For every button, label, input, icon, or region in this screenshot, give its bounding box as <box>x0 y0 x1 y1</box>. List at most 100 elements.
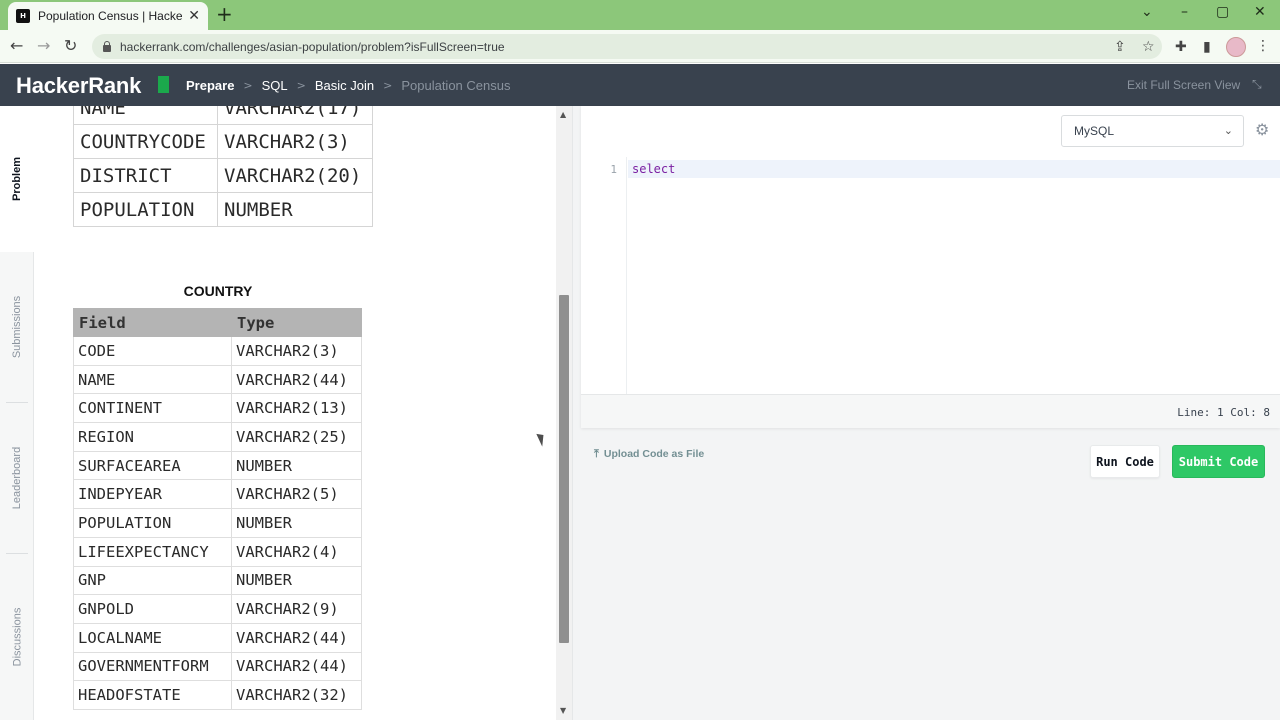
side-panel-icon[interactable]: ▮ <box>1203 39 1211 55</box>
type-cell: VARCHAR2(3) <box>231 336 362 366</box>
run-code-button[interactable]: Run Code <box>1090 445 1160 478</box>
table-row: REGION VARCHAR2(25) <box>73 422 362 452</box>
close-tab-icon[interactable]: ✕ <box>188 8 200 24</box>
minimize-icon[interactable]: – <box>1181 4 1188 20</box>
scroll-down-icon[interactable]: ▼ <box>560 706 566 715</box>
table-row: LIFEEXPECTANCY VARCHAR2(4) <box>73 536 362 567</box>
browser-toolbar: ← → ↻ hackerrank.com/challenges/asian-po… <box>0 30 1280 63</box>
tab-problem-label: Problem <box>11 156 24 202</box>
breadcrumb-current: Population Census <box>401 78 511 93</box>
code-editor[interactable] <box>581 106 1280 428</box>
vertical-tab-bar: Problem Submissions Leaderboard Discussi… <box>0 106 34 720</box>
table-row: INDEPYEAR VARCHAR2(5) <box>73 479 362 510</box>
type-cell: VARCHAR2(9) <box>231 594 362 624</box>
forward-icon[interactable]: → <box>37 36 50 55</box>
hackerrank-logo[interactable]: HackerRank <box>16 73 141 99</box>
scroll-up-icon[interactable]: ▲ <box>560 110 566 119</box>
breadcrumb-prepare[interactable]: Prepare <box>186 78 234 93</box>
table-row: GOVERNMENTFORM VARCHAR2(44) <box>73 651 362 682</box>
field-cell: GNP <box>73 565 232 596</box>
problem-statement: NAME VARCHAR2(17) COUNTRYCODE VARCHAR2(3… <box>34 106 556 720</box>
table-row: GNPOLD VARCHAR2(9) <box>73 594 362 624</box>
browser-menu-icon[interactable]: ⋮ <box>1256 38 1270 54</box>
browser-tab-bar: H Population Census | HackerRank ✕ + ⌄ –… <box>0 0 1280 30</box>
field-cell: SURFACEAREA <box>73 450 232 481</box>
chevron-right-icon: > <box>383 79 393 92</box>
country-table: Field Type CODE VARCHAR2(3) NAME VARCHAR2(4… <box>73 308 362 710</box>
exit-full-screen-link[interactable]: Exit Full Screen View <box>1127 78 1240 92</box>
tab-submissions[interactable]: Submissions <box>0 252 34 402</box>
reload-icon[interactable]: ↻ <box>64 36 77 55</box>
breadcrumb-sql[interactable]: SQL <box>262 78 288 93</box>
type-cell: VARCHAR2(44) <box>231 622 362 653</box>
breadcrumb-basic-join[interactable]: Basic Join <box>315 78 374 93</box>
field-cell: LIFEEXPECTANCY <box>73 536 232 567</box>
back-icon[interactable]: ← <box>10 36 23 55</box>
table-header-row: Field Type <box>73 308 362 337</box>
type-cell: NUMBER <box>231 508 362 538</box>
upload-code-link[interactable]: ⤒ Upload Code as File <box>594 447 704 461</box>
header-type: Type <box>231 308 362 337</box>
code-line[interactable]: select <box>632 162 675 176</box>
field-cell: GOVERNMENTFORM <box>73 651 232 682</box>
type-cell: NUMBER <box>231 565 362 596</box>
tab-discussions[interactable]: Discussions <box>0 554 34 720</box>
field-cell: NAME <box>73 364 232 395</box>
field-cell: DISTRICT <box>73 158 218 193</box>
collapse-icon[interactable]: ⤡ <box>1252 77 1262 92</box>
field-cell: INDEPYEAR <box>73 479 232 510</box>
type-cell: VARCHAR2(32) <box>231 680 362 710</box>
tab-problem[interactable]: Problem <box>0 106 34 252</box>
scrollbar-thumb[interactable] <box>559 295 569 643</box>
pane-splitter[interactable] <box>572 106 580 720</box>
editor-settings-gear-icon[interactable]: ⚙ <box>1255 120 1269 139</box>
table-row: SURFACEAREA NUMBER <box>73 450 362 481</box>
field-cell: CONTINENT <box>73 393 232 424</box>
close-window-icon[interactable]: ✕ <box>1254 4 1266 20</box>
type-cell: VARCHAR2(20) <box>217 158 373 193</box>
type-cell: NUMBER <box>231 450 362 481</box>
profile-avatar[interactable] <box>1226 37 1246 57</box>
field-cell: HEADOFSTATE <box>73 680 232 710</box>
table-row: NAME VARCHAR2(17) <box>73 106 373 125</box>
logo-square-icon <box>158 76 169 93</box>
bookmark-star-icon[interactable]: ☆ <box>1142 39 1155 55</box>
new-tab-icon[interactable]: + <box>216 4 233 24</box>
field-cell: NAME <box>73 106 218 125</box>
tab-leaderboard[interactable]: Leaderboard <box>0 403 34 553</box>
type-cell: NUMBER <box>217 192 373 227</box>
maximize-icon[interactable]: ▢ <box>1216 4 1229 20</box>
table-row: CODE VARCHAR2(3) <box>73 336 362 366</box>
type-cell: VARCHAR2(44) <box>231 651 362 682</box>
chevron-right-icon: > <box>296 79 306 92</box>
tab-submissions-label: Submissions <box>11 295 24 359</box>
url-bar[interactable]: hackerrank.com/challenges/asian-populati… <box>92 34 1162 59</box>
table-row: HEADOFSTATE VARCHAR2(32) <box>73 680 362 710</box>
language-value: MySQL <box>1074 124 1115 138</box>
chevron-right-icon: > <box>243 79 253 92</box>
extensions-icon[interactable]: ✚ <box>1175 39 1187 55</box>
line-number-gutter <box>581 157 627 394</box>
type-cell: VARCHAR2(17) <box>217 106 373 125</box>
share-icon[interactable]: ⇪ <box>1114 39 1126 55</box>
field-cell: REGION <box>73 422 232 452</box>
upload-label: Upload Code as File <box>603 448 705 460</box>
language-select[interactable]: MySQL ⌄ <box>1061 115 1244 147</box>
table-row: NAME VARCHAR2(44) <box>73 364 362 395</box>
field-cell: LOCALNAME <box>73 622 232 653</box>
tab-leaderboard-label: Leaderboard <box>11 446 24 510</box>
field-cell: POPULATION <box>73 192 218 227</box>
url-text: hackerrank.com/challenges/asian-populati… <box>120 39 505 54</box>
hackerrank-header: HackerRank Prepare > SQL > Basic Join > … <box>0 64 1280 106</box>
chevron-down-icon: ⌄ <box>1223 124 1233 137</box>
tab-search-icon[interactable]: ⌄ <box>1141 4 1153 20</box>
upload-icon: ⤒ <box>594 447 599 460</box>
city-table: NAME VARCHAR2(17) COUNTRYCODE VARCHAR2(3… <box>73 106 373 227</box>
type-cell: VARCHAR2(5) <box>231 479 362 510</box>
field-cell: CODE <box>73 336 232 366</box>
tab-title: Population Census | HackerRank <box>38 9 183 23</box>
type-cell: VARCHAR2(13) <box>231 393 362 424</box>
submit-code-button[interactable]: Submit Code <box>1172 445 1265 478</box>
field-cell: GNPOLD <box>73 594 232 624</box>
browser-tab[interactable]: H Population Census | HackerRank ✕ <box>8 2 208 30</box>
